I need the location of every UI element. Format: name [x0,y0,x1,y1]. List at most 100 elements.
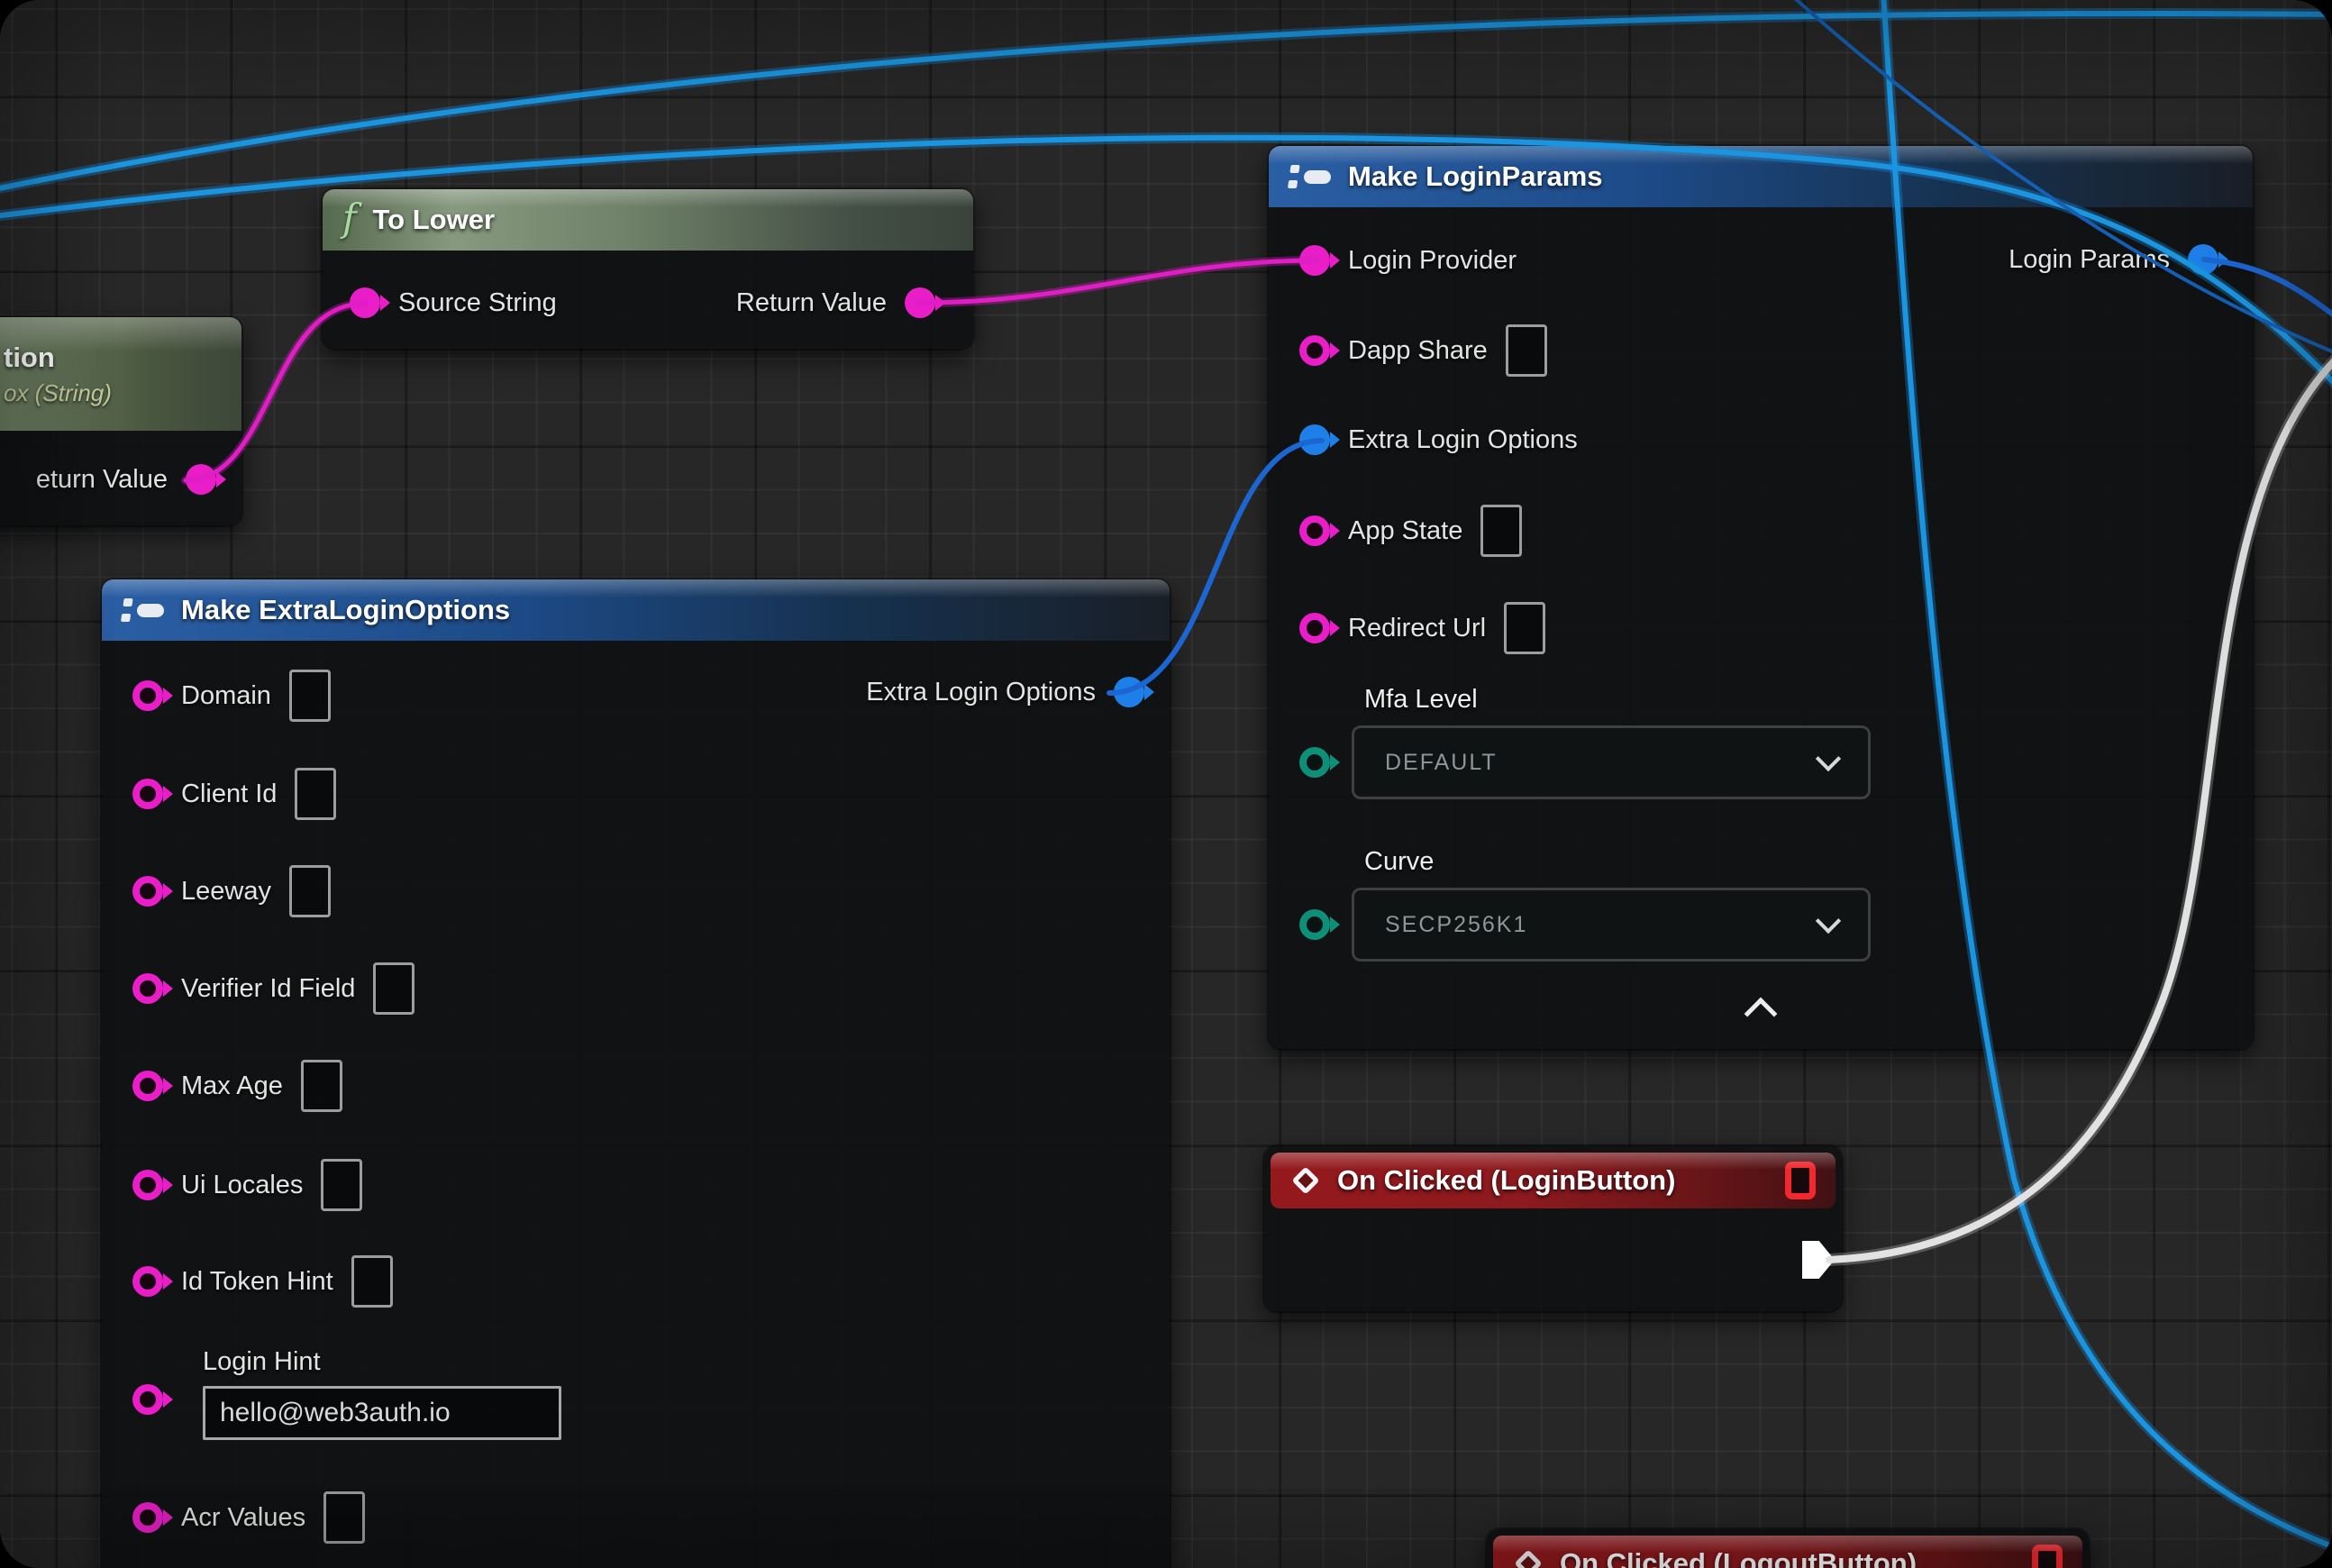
pin-ui-locales-input[interactable] [132,1170,163,1200]
dapp-share-value-field[interactable] [1506,324,1547,377]
pin-label-return-value: Return Value [736,288,887,318]
login-hint-value-field[interactable] [203,1386,561,1440]
leeway-value-field[interactable] [289,865,331,917]
pin-label-login-hint: Login Hint [203,1347,561,1377]
curve-group: Curve SECP256K1 [1299,847,1871,962]
node-header[interactable]: On Clicked (LogoutButton) [1493,1536,2082,1568]
pin-label-app-state: App State [1348,516,1462,546]
pin-extra-login-options-output[interactable] [1114,677,1144,707]
curve-dropdown[interactable]: SECP256K1 [1352,888,1871,962]
pin-label-max-age: Max Age [181,1071,283,1101]
pin-app-state-input[interactable] [1299,515,1330,546]
event-diamond-icon [1291,1166,1319,1194]
node-title: Make LoginParams [1348,160,1603,193]
redirect-url-value-field[interactable] [1504,602,1545,654]
pin-domain-input[interactable] [132,680,163,711]
pin-row: eturn Value [36,452,216,506]
make-struct-icon [122,593,165,627]
node-textbox-partial[interactable]: tion ox (String) eturn Value [0,317,241,525]
pin-label-extra-login-options: Extra Login Options [866,678,1096,707]
exec-output-pin[interactable] [1802,1241,1835,1279]
event-diamond-icon [1514,1549,1542,1568]
pin-return-value-output[interactable] [186,464,216,495]
pin-label-domain: Domain [181,681,271,711]
pin-label-id-token-hint: Id Token Hint [181,1267,333,1297]
pin-mfa-level-input[interactable] [1299,747,1330,778]
pin-label-return-value: eturn Value [36,465,168,495]
pin-row: Ui Locales [132,1158,362,1212]
pin-row: Client Id [132,767,336,821]
node-on-clicked-logout-button[interactable]: On Clicked (LogoutButton) [1487,1529,2089,1568]
acr-values-value-field[interactable] [323,1491,365,1544]
node-title: Make ExtraLoginOptions [181,594,510,626]
node-make-login-params[interactable]: Make LoginParams Login Provider Login Pa… [1269,146,2253,1049]
pin-label-redirect-url: Redirect Url [1348,614,1486,643]
node-header[interactable]: Make ExtraLoginOptions [102,579,1170,641]
id-token-hint-value-field[interactable] [351,1255,393,1308]
pin-login-provider-input[interactable] [1299,245,1330,276]
pin-redirect-url-input[interactable] [1299,613,1330,643]
node-header[interactable]: tion ox (String) [0,317,241,431]
app-state-value-field[interactable] [1480,505,1522,557]
pin-row: Max Age [132,1059,342,1113]
pin-max-age-input[interactable] [132,1071,163,1101]
chevron-down-icon [1816,908,1841,934]
verifier-id-field-value-field[interactable] [373,962,414,1015]
pin-extra-login-options-input[interactable] [1299,424,1330,455]
pin-row: Login Params [2009,232,2218,287]
pin-row: Extra Login Options [1299,413,1578,467]
pin-row: Dapp Share [1299,324,1547,378]
pin-label-ui-locales: Ui Locales [181,1171,303,1200]
node-title: On Clicked (LogoutButton) [1560,1547,1917,1568]
pin-source-string-input[interactable] [350,287,380,318]
pin-row: Id Token Hint [132,1254,393,1308]
node-header[interactable]: On Clicked (LoginButton) [1271,1153,1836,1208]
pin-label-client-id: Client Id [181,779,277,809]
pin-login-params-output[interactable] [2188,244,2218,275]
pin-row: Login Provider [1299,233,1517,287]
node-on-clicked-login-button[interactable]: On Clicked (LoginButton) [1264,1146,1842,1311]
pin-label-source-string: Source String [398,288,557,318]
collapse-node-chevron[interactable] [1744,998,1778,1031]
blueprint-canvas[interactable]: tion ox (String) eturn Value f To Lower … [0,0,2332,1568]
login-hint-group: Login Hint [203,1347,561,1440]
pin-acr-values-input[interactable] [132,1502,163,1533]
pin-curve-input[interactable] [1299,909,1330,940]
delegate-pin-icon[interactable] [2032,1545,2063,1568]
pin-label-dapp-share: Dapp Share [1348,336,1488,366]
pin-login-hint-input[interactable] [132,1384,163,1415]
node-subtitle: ox (String) [4,379,112,407]
pin-row: Leeway [132,864,331,918]
mfa-level-dropdown[interactable]: DEFAULT [1352,725,1871,799]
node-header[interactable]: f To Lower [323,189,973,251]
pin-label-login-provider: Login Provider [1348,246,1517,276]
pin-leeway-input[interactable] [132,876,163,907]
pin-verifier-id-field-input[interactable] [132,973,163,1004]
chevron-down-icon [1816,746,1841,771]
client-id-value-field[interactable] [295,768,336,820]
pin-label-leeway: Leeway [181,877,271,907]
node-title: tion [4,342,55,374]
pin-label-acr-values: Acr Values [181,1503,305,1533]
domain-value-field[interactable] [289,670,331,722]
pin-return-value-output[interactable] [905,287,935,318]
pin-client-id-input[interactable] [132,779,163,809]
curve-label: Curve [1364,847,1871,877]
pin-label-verifier-id-field: Verifier Id Field [181,974,355,1004]
function-f-icon: f [342,199,357,237]
pin-label-extra-login-options: Extra Login Options [1348,425,1578,455]
ui-locales-value-field[interactable] [321,1159,362,1211]
pin-id-token-hint-input[interactable] [132,1266,163,1297]
mfa-level-value: DEFAULT [1385,750,1498,776]
pin-dapp-share-input[interactable] [1299,335,1330,366]
delegate-pin-icon[interactable] [1785,1162,1816,1199]
node-to-lower[interactable]: f To Lower Source String Return Value [323,189,973,349]
max-age-value-field[interactable] [301,1060,342,1112]
pin-row: Source String [350,276,557,330]
node-title: On Clicked (LoginButton) [1337,1164,1675,1197]
node-make-extra-login-options[interactable]: Make ExtraLoginOptions Extra Login Optio… [102,579,1170,1568]
pin-row: Return Value [736,276,935,330]
pin-row: App State [1299,504,1522,558]
node-header[interactable]: Make LoginParams [1269,146,2253,207]
pin-row: Redirect Url [1299,601,1545,655]
